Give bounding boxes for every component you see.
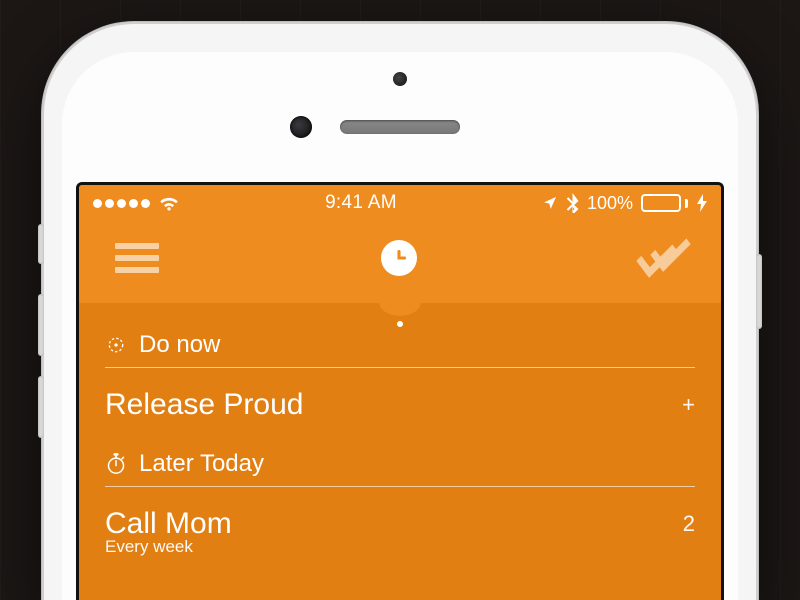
task-title: Release Proud xyxy=(105,388,303,422)
task-row[interactable]: Call Mom 2 xyxy=(105,487,695,543)
mute-switch[interactable] xyxy=(38,224,44,264)
status-time: 9:41 AM xyxy=(325,192,397,214)
task-add-icon[interactable]: + xyxy=(682,392,695,418)
nav-indicator-dot xyxy=(397,321,403,327)
stopwatch-icon xyxy=(105,453,127,475)
wifi-icon xyxy=(158,195,180,211)
section-later-today: Later Today xyxy=(105,446,695,487)
battery-icon xyxy=(641,194,688,212)
battery-percent: 100% xyxy=(587,193,633,214)
proximity-sensor xyxy=(393,72,407,86)
phone-bezel: 9:41 AM 100% xyxy=(62,52,738,600)
task-list[interactable]: Do now Release Proud + xyxy=(79,303,721,565)
front-camera xyxy=(290,116,312,138)
task-title: Call Mom xyxy=(105,507,232,541)
status-bar: 9:41 AM 100% xyxy=(79,185,721,221)
charging-icon xyxy=(697,194,707,212)
volume-down-button[interactable] xyxy=(38,376,44,438)
cell-signal-icon xyxy=(93,199,150,208)
screen: 9:41 AM 100% xyxy=(76,182,724,600)
earpiece-row xyxy=(76,116,724,138)
task-count-badge: 2 xyxy=(683,511,695,537)
power-button[interactable] xyxy=(756,254,762,329)
earpiece-speaker xyxy=(340,120,460,134)
section-do-now: Do now xyxy=(105,327,695,368)
section-label: Do now xyxy=(139,331,220,359)
completed-tab[interactable] xyxy=(639,243,685,273)
task-row[interactable]: Release Proud + xyxy=(105,368,695,436)
top-nav xyxy=(79,221,721,303)
menu-button[interactable] xyxy=(115,243,159,273)
section-label: Later Today xyxy=(139,450,264,478)
bluetooth-icon xyxy=(566,193,579,213)
phone-frame: 9:41 AM 100% xyxy=(44,24,756,600)
now-tab[interactable] xyxy=(381,240,417,276)
clock-icon xyxy=(388,247,410,269)
volume-up-button[interactable] xyxy=(38,294,44,356)
target-icon xyxy=(105,334,127,356)
location-icon xyxy=(542,195,558,211)
task-subtitle: Every week xyxy=(105,537,695,565)
